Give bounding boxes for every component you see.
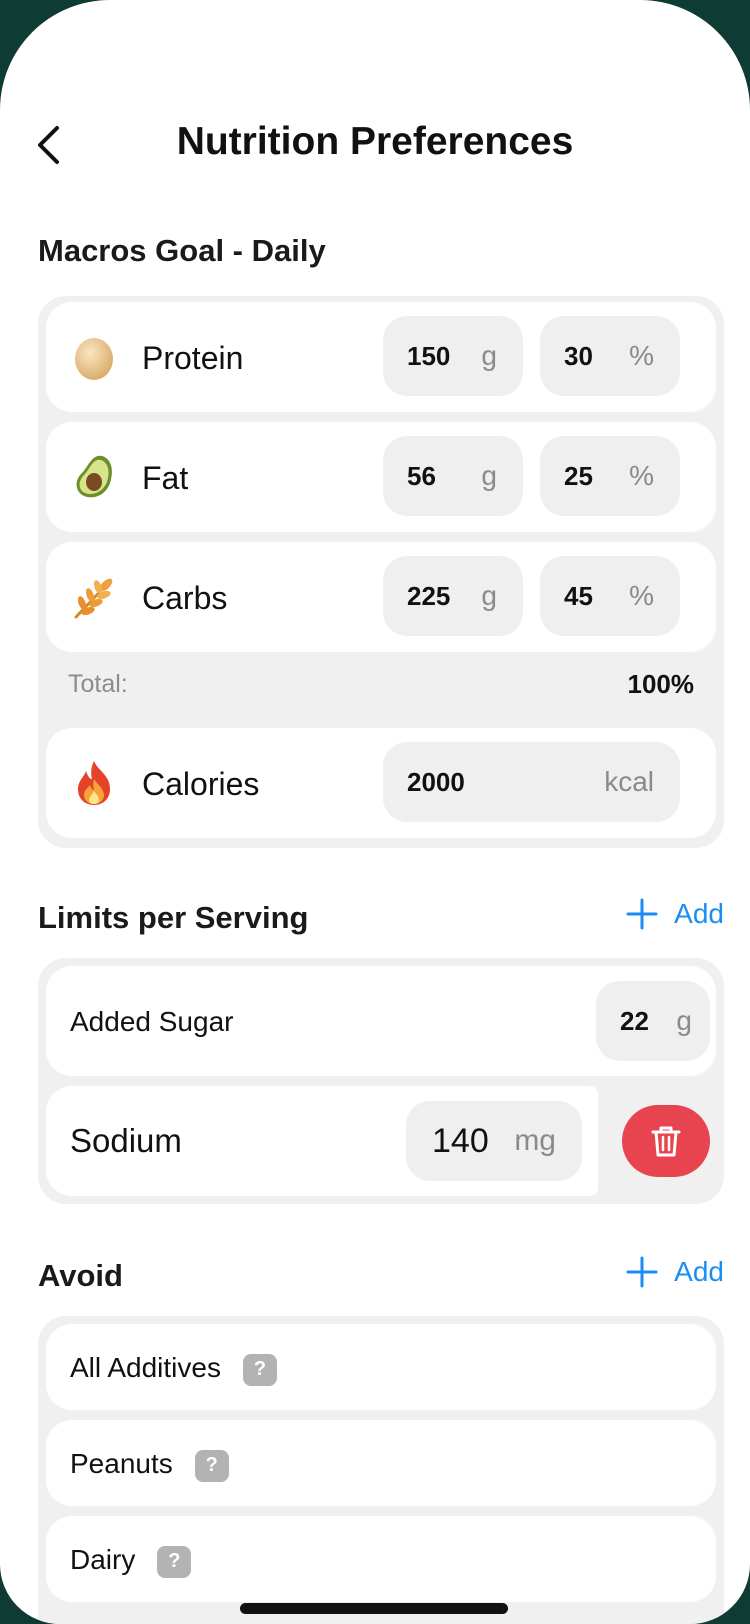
carbs-grams-input[interactable]: 225 g xyxy=(383,556,523,636)
limit-unit: mg xyxy=(514,1124,556,1157)
limits-add-button[interactable]: Add xyxy=(626,898,724,930)
limit-value: 22 xyxy=(620,1005,649,1036)
macro-label: Protein xyxy=(142,340,244,376)
page-title: Nutrition Preferences xyxy=(176,120,574,163)
grams-value: 150 xyxy=(407,340,451,371)
avoid-add-button[interactable]: Add xyxy=(626,1256,724,1288)
calories-unit: kcal xyxy=(604,766,654,797)
macros-total-row: Total: 100% xyxy=(68,664,694,704)
phone-screen: Nutrition Preferences Macros Goal - Dail… xyxy=(0,0,750,1624)
avoid-item-label: Peanuts xyxy=(70,1448,173,1479)
macros-section-title: Macros Goal - Daily xyxy=(38,233,326,268)
limit-value: 140 xyxy=(432,1121,489,1160)
fat-percent-input[interactable]: 25 % xyxy=(540,436,680,516)
percent-value: 45 xyxy=(564,580,593,611)
avoid-item-label: All Additives xyxy=(70,1352,221,1383)
avoid-item[interactable]: Dairy? xyxy=(46,1516,716,1602)
avocado-icon xyxy=(70,453,118,501)
macro-label: Carbs xyxy=(142,580,228,616)
carbs-percent-input[interactable]: 45 % xyxy=(540,556,680,636)
calories-value: 2000 xyxy=(407,766,465,797)
macro-row-protein: Protein 150 g 30 % xyxy=(46,302,716,412)
plus-icon xyxy=(626,898,658,930)
avoid-section-title: Avoid xyxy=(38,1258,123,1293)
total-label: Total: xyxy=(68,669,128,698)
fire-icon xyxy=(70,759,118,807)
limit-unit: g xyxy=(676,1005,692,1036)
limit-label: Sodium xyxy=(70,1122,182,1159)
grams-unit: g xyxy=(481,340,497,371)
help-icon[interactable]: ? xyxy=(242,1353,277,1386)
plus-icon xyxy=(626,1256,658,1288)
egg-icon xyxy=(70,333,118,381)
nav-header: Nutrition Preferences xyxy=(0,110,750,180)
help-icon[interactable]: ? xyxy=(157,1545,192,1578)
avoid-item-label: Dairy xyxy=(70,1544,136,1575)
grams-unit: g xyxy=(481,460,497,491)
avoid-item-row: Peanuts? xyxy=(70,1448,229,1482)
add-label: Add xyxy=(674,1256,724,1287)
grams-unit: g xyxy=(481,580,497,611)
calories-input[interactable]: 2000 kcal xyxy=(383,742,680,822)
macro-row-fat: Fat 56 g 25 % xyxy=(46,422,716,532)
protein-percent-input[interactable]: 30 % xyxy=(540,316,680,396)
avoid-group: All Additives? Peanuts? Dairy? xyxy=(38,1316,724,1624)
grams-value: 225 xyxy=(407,580,451,611)
help-icon[interactable]: ? xyxy=(194,1449,229,1482)
wheat-icon xyxy=(70,573,118,621)
sodium-input[interactable]: 140 mg xyxy=(406,1101,582,1181)
macro-row-carbs: Carbs 225 g 45 % xyxy=(46,542,716,652)
add-label: Add xyxy=(674,898,724,929)
home-indicator xyxy=(240,1603,508,1614)
sodium-delete-button[interactable] xyxy=(622,1105,710,1177)
limit-label: Added Sugar xyxy=(70,1006,234,1037)
macro-label: Fat xyxy=(142,460,189,496)
limits-section-title: Limits per Serving xyxy=(38,900,309,935)
avoid-item[interactable]: Peanuts? xyxy=(46,1420,716,1506)
avoid-item-row: Dairy? xyxy=(70,1544,192,1578)
calories-label: Calories xyxy=(142,766,260,802)
avoid-item-row: All Additives? xyxy=(70,1352,277,1386)
calories-row: Calories 2000 kcal xyxy=(46,728,716,838)
avoid-item[interactable]: All Additives? xyxy=(46,1324,716,1410)
added-sugar-input[interactable]: 22 g xyxy=(596,981,710,1061)
limits-group: Added Sugar 22 g Sodium 140 mg xyxy=(38,958,724,1204)
percent-unit: % xyxy=(629,340,654,371)
grams-value: 56 xyxy=(407,460,436,491)
trash-icon xyxy=(651,1126,681,1157)
percent-value: 25 xyxy=(564,460,593,491)
percent-unit: % xyxy=(629,580,654,611)
total-value: 100% xyxy=(627,668,695,699)
limit-row-sodium[interactable]: Sodium 140 mg xyxy=(46,1086,598,1196)
fat-grams-input[interactable]: 56 g xyxy=(383,436,523,516)
protein-grams-input[interactable]: 150 g xyxy=(383,316,523,396)
percent-unit: % xyxy=(629,460,654,491)
limit-row-added-sugar: Added Sugar 22 g xyxy=(46,966,716,1076)
percent-value: 30 xyxy=(564,340,593,371)
macros-group: Protein 150 g 30 % Fat 56 g 25 % Carbs 2… xyxy=(38,296,724,848)
